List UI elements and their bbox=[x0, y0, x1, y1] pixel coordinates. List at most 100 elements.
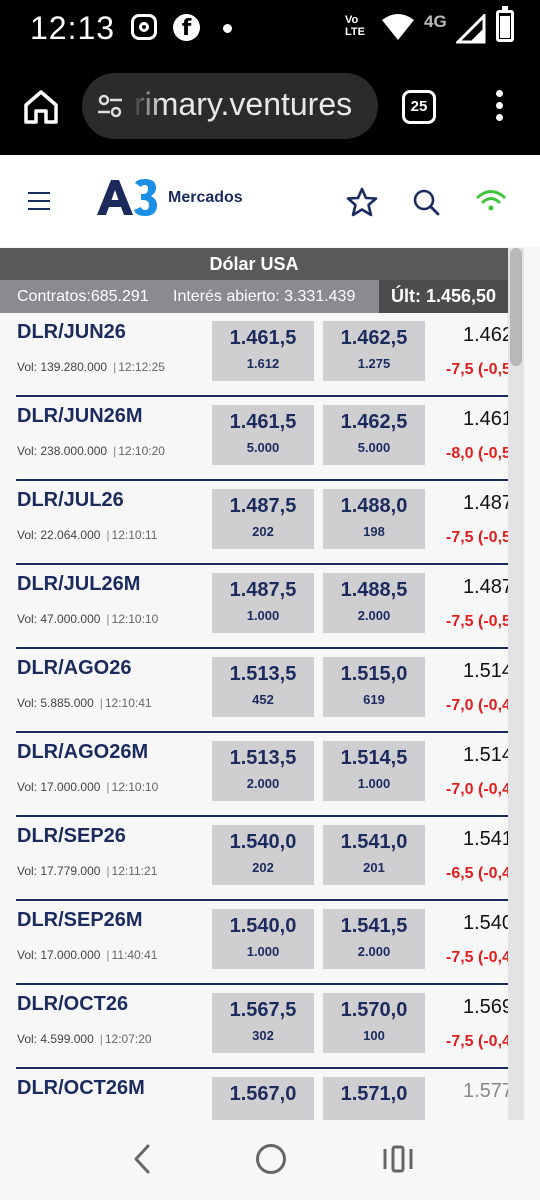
volte-indicator: Vo LTE bbox=[345, 14, 365, 38]
volume-label: Vol: bbox=[17, 780, 38, 794]
bid-box[interactable]: 1.567,5 302 bbox=[212, 993, 314, 1053]
ask-box[interactable]: 1.571,0 bbox=[323, 1077, 425, 1120]
scrollbar[interactable] bbox=[508, 248, 524, 1120]
table-row[interactable]: DLR/JUL26 Vol: 22.064.000 | 12:10:11 1.487,5… bbox=[0, 481, 508, 565]
ask-box[interactable]: 1.541,0 201 bbox=[323, 825, 425, 885]
ask-box[interactable]: 1.488,0 198 bbox=[323, 489, 425, 549]
ask-box[interactable]: 1.462,5 5.000 bbox=[323, 405, 425, 465]
table-row[interactable]: DLR/AGO26M Vol: 17.000.000 | 12:10:10 1.513,… bbox=[0, 733, 508, 817]
more-options-icon[interactable] bbox=[492, 90, 506, 126]
contract-symbol[interactable]: DLR/SEP26M bbox=[17, 909, 143, 932]
menu-icon[interactable] bbox=[28, 192, 50, 210]
ask-box[interactable]: 1.514,5 1.000 bbox=[323, 741, 425, 801]
trade-time: 12:11:21 bbox=[111, 864, 158, 878]
table-row[interactable]: DLR/JUN26 Vol: 139.280.000 | 12:12:25 1.461,… bbox=[0, 313, 508, 397]
home-nav-icon[interactable] bbox=[256, 1144, 286, 1174]
search-icon[interactable] bbox=[412, 188, 440, 216]
table-row[interactable]: DLR/JUN26M Vol: 238.000.000 | 12:10:20 1.461… bbox=[0, 397, 508, 481]
ask-price: 1.488,0 bbox=[340, 495, 408, 517]
price-change: -7,5 (-0,4 bbox=[446, 1033, 508, 1050]
tab-switcher-button[interactable]: 25 bbox=[402, 90, 436, 124]
volume-value: 238.000.000 bbox=[40, 444, 108, 458]
table-row[interactable]: DLR/SEP26 Vol: 17.779.000 | 12:11:21 1.540,0… bbox=[0, 817, 508, 901]
bid-box[interactable]: 1.487,5 1.000 bbox=[212, 573, 314, 633]
contract-symbol[interactable]: DLR/SEP26 bbox=[17, 825, 126, 848]
volume-info: Vol: 139.280.000 | 12:12:25 bbox=[17, 360, 165, 374]
last-cell: 1.541 -6,5 (-0,4 bbox=[440, 817, 508, 901]
trade-time: 11:40:41 bbox=[111, 948, 158, 962]
ask-quantity: 100 bbox=[363, 1028, 385, 1043]
volume-label: Vol: bbox=[17, 948, 38, 962]
contract-symbol[interactable]: DLR/OCT26M bbox=[17, 1077, 145, 1100]
contract-symbol[interactable]: DLR/AGO26 bbox=[17, 657, 131, 680]
ask-quantity: 1.000 bbox=[357, 776, 391, 791]
bid-box[interactable]: 1.487,5 202 bbox=[212, 489, 314, 549]
trade-time: 12:10:11 bbox=[111, 528, 158, 542]
home-icon[interactable] bbox=[22, 88, 60, 126]
table-row[interactable]: DLR/JUL26M Vol: 47.000.000 | 12:10:10 1.487,… bbox=[0, 565, 508, 649]
ask-price: 1.462,5 bbox=[340, 327, 408, 349]
price-change: -7,5 (-0,4 bbox=[446, 949, 508, 966]
site-settings-icon[interactable] bbox=[96, 92, 124, 120]
contract-symbol[interactable]: DLR/JUL26M bbox=[17, 573, 140, 596]
separator: | bbox=[113, 444, 117, 458]
table-row[interactable]: DLR/AGO26 Vol: 5.885.000 | 12:10:41 1.513,5 4… bbox=[0, 649, 508, 733]
ask-box[interactable]: 1.488,5 2.000 bbox=[323, 573, 425, 633]
ask-box[interactable]: 1.462,5 1.275 bbox=[323, 321, 425, 381]
last-cell: 1.487 -7,5 (-0,5 bbox=[440, 481, 508, 565]
separator: | bbox=[106, 864, 110, 878]
bid-box[interactable]: 1.540,0 202 bbox=[212, 825, 314, 885]
contract-symbol[interactable]: DLR/JUL26 bbox=[17, 489, 124, 512]
bid-price: 1.487,5 bbox=[229, 495, 297, 517]
last-cell: 1.461 -8,0 (-0,5 bbox=[440, 397, 508, 481]
market-summary: Contratos:685.291 Interés abierto: 3.331… bbox=[0, 280, 508, 313]
bid-quantity: 1.000 bbox=[246, 608, 280, 623]
ask-box[interactable]: 1.570,0 100 bbox=[323, 993, 425, 1053]
contract-symbol[interactable]: DLR/JUN26M bbox=[17, 405, 143, 428]
bid-box[interactable]: 1.513,5 2.000 bbox=[212, 741, 314, 801]
bid-box[interactable]: 1.540,0 1.000 bbox=[212, 909, 314, 969]
last-trade-price: 1.569 bbox=[463, 996, 508, 1018]
star-icon[interactable] bbox=[346, 187, 378, 217]
last-trade-price: 1.577 bbox=[463, 1080, 508, 1102]
a3-logo[interactable] bbox=[95, 177, 159, 217]
bid-price: 1.513,5 bbox=[229, 663, 297, 685]
volume-value: 139.280.000 bbox=[40, 360, 108, 374]
price-change: -7,5 (-0,5 bbox=[446, 529, 508, 546]
table-row[interactable]: DLR/SEP26M Vol: 17.000.000 | 11:40:41 1.540,… bbox=[0, 901, 508, 985]
url-text: rimary.ventures bbox=[134, 86, 353, 122]
price-change: -7,5 (-0,5 bbox=[446, 361, 508, 378]
volume-info: Vol: 22.064.000 | 12:10:11 bbox=[17, 528, 157, 542]
bid-box[interactable]: 1.461,5 5.000 bbox=[212, 405, 314, 465]
contract-symbol[interactable]: DLR/OCT26 bbox=[17, 993, 128, 1016]
ask-price: 1.541,5 bbox=[340, 915, 408, 937]
ask-box[interactable]: 1.541,5 2.000 bbox=[323, 909, 425, 969]
contracts-count: Contratos:685.291 bbox=[17, 288, 149, 305]
volume-info: Vol: 5.885.000 | 12:10:41 bbox=[17, 696, 152, 710]
volume-value: 22.064.000 bbox=[40, 528, 101, 542]
scrollbar-thumb[interactable] bbox=[510, 248, 522, 366]
ask-price: 1.462,5 bbox=[340, 411, 408, 433]
recents-icon[interactable] bbox=[382, 1144, 414, 1174]
instrument-title: Dólar USA bbox=[0, 248, 508, 280]
contract-symbol[interactable]: DLR/AGO26M bbox=[17, 741, 148, 764]
bid-quantity: 302 bbox=[252, 1028, 274, 1043]
bid-box[interactable]: 1.567,0 bbox=[212, 1077, 314, 1120]
table-row[interactable]: DLR/OCT26 Vol: 4.599.000 | 12:07:20 1.567,5 3… bbox=[0, 985, 508, 1069]
web-content: Mercados Dólar USA Contratos:685.291 Int… bbox=[0, 155, 540, 1120]
volume-value: 17.779.000 bbox=[40, 864, 101, 878]
system-nav-bar bbox=[0, 1120, 540, 1200]
back-icon[interactable] bbox=[128, 1142, 156, 1176]
volume-value: 17.000.000 bbox=[40, 780, 101, 794]
address-bar[interactable]: rimary.ventures bbox=[82, 73, 378, 139]
bid-box[interactable]: 1.513,5 452 bbox=[212, 657, 314, 717]
trade-time: 12:10:10 bbox=[111, 780, 159, 794]
ask-quantity: 198 bbox=[363, 524, 385, 539]
table-row[interactable]: DLR/OCT26M 1.567,0 1.571,0 1.577 bbox=[0, 1069, 508, 1120]
bid-quantity: 452 bbox=[252, 692, 274, 707]
bid-box[interactable]: 1.461,5 1.612 bbox=[212, 321, 314, 381]
status-time: 12:13 bbox=[30, 10, 116, 46]
contract-symbol[interactable]: DLR/JUN26 bbox=[17, 321, 126, 344]
last-trade-price: 1.487 bbox=[463, 492, 508, 514]
ask-box[interactable]: 1.515,0 619 bbox=[323, 657, 425, 717]
